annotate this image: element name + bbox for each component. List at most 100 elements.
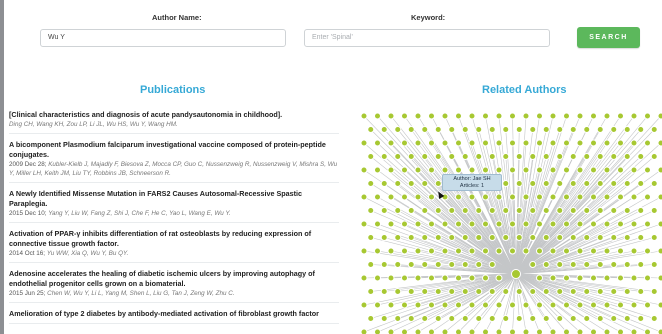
author-node[interactable] <box>475 261 483 268</box>
author-node[interactable] <box>623 234 631 241</box>
central-author-node[interactable] <box>511 269 521 279</box>
publication-title[interactable]: Adenosine accelerates the healing of dia… <box>9 269 339 289</box>
author-node[interactable] <box>569 126 577 133</box>
author-node[interactable] <box>468 247 476 255</box>
author-node[interactable] <box>461 207 469 214</box>
author-node[interactable] <box>637 126 645 133</box>
author-node[interactable] <box>603 220 611 228</box>
author-node[interactable] <box>468 166 476 174</box>
author-node[interactable] <box>401 328 408 334</box>
author-node[interactable] <box>590 139 597 147</box>
author-node[interactable] <box>590 274 597 282</box>
author-node[interactable] <box>590 301 597 309</box>
author-node[interactable] <box>360 193 368 201</box>
author-node[interactable] <box>455 328 462 334</box>
author-node[interactable] <box>542 207 550 214</box>
author-node[interactable] <box>596 207 604 214</box>
author-node[interactable] <box>401 301 408 309</box>
author-node[interactable] <box>434 126 442 133</box>
author-node[interactable] <box>488 261 496 268</box>
author-node[interactable] <box>374 274 381 282</box>
author-node[interactable] <box>576 301 584 309</box>
author-node[interactable] <box>387 112 395 120</box>
author-node[interactable] <box>367 315 375 322</box>
author-node[interactable] <box>488 207 496 214</box>
author-node[interactable] <box>515 180 523 187</box>
author-node[interactable] <box>603 166 611 174</box>
author-node[interactable] <box>428 247 435 255</box>
author-node[interactable] <box>529 288 537 295</box>
author-node[interactable] <box>374 112 381 120</box>
author-node[interactable] <box>509 139 516 147</box>
author-node[interactable] <box>590 112 597 120</box>
author-name-input[interactable]: Wu Y <box>40 29 286 47</box>
author-node[interactable] <box>407 153 415 160</box>
author-node[interactable] <box>380 261 388 268</box>
author-node[interactable] <box>387 139 395 147</box>
author-node[interactable] <box>630 193 638 201</box>
author-node[interactable] <box>488 126 496 133</box>
author-node[interactable] <box>367 261 375 268</box>
author-node[interactable] <box>414 328 422 334</box>
author-node[interactable] <box>441 220 449 228</box>
publication-item[interactable]: A bicomponent Plasmodium falciparum inve… <box>9 138 339 183</box>
author-node[interactable] <box>576 220 584 228</box>
author-node[interactable] <box>428 274 435 282</box>
author-node[interactable] <box>610 207 618 214</box>
author-node[interactable] <box>657 274 662 282</box>
author-node[interactable] <box>441 139 449 147</box>
author-node[interactable] <box>563 112 570 120</box>
author-node[interactable] <box>387 301 395 309</box>
author-node[interactable] <box>542 288 550 295</box>
author-node[interactable] <box>495 112 503 120</box>
author-node[interactable] <box>421 315 429 322</box>
author-node[interactable] <box>569 261 577 268</box>
author-node[interactable] <box>596 234 604 241</box>
author-node[interactable] <box>603 193 611 201</box>
author-node[interactable] <box>374 301 381 309</box>
author-node[interactable] <box>596 126 604 133</box>
author-node[interactable] <box>617 139 624 147</box>
author-node[interactable] <box>542 315 550 322</box>
author-node[interactable] <box>515 126 523 133</box>
author-node[interactable] <box>522 301 530 309</box>
author-node[interactable] <box>509 166 516 174</box>
author-node[interactable] <box>623 207 631 214</box>
author-node[interactable] <box>590 328 597 334</box>
publication-title[interactable]: [Clinical characteristics and diagnosis … <box>9 110 339 120</box>
author-node[interactable] <box>380 126 388 133</box>
author-node[interactable] <box>569 153 577 160</box>
author-node[interactable] <box>529 180 537 187</box>
author-node[interactable] <box>414 166 422 174</box>
author-node[interactable] <box>536 112 543 120</box>
author-node[interactable] <box>576 112 584 120</box>
author-node[interactable] <box>509 112 516 120</box>
author-node[interactable] <box>569 207 577 214</box>
author-node[interactable] <box>482 166 489 174</box>
author-node[interactable] <box>387 193 395 201</box>
author-node[interactable] <box>434 207 442 214</box>
author-node[interactable] <box>657 328 662 334</box>
author-node[interactable] <box>441 274 449 282</box>
author-node[interactable] <box>630 166 638 174</box>
author-node[interactable] <box>596 153 604 160</box>
author-node[interactable] <box>502 288 510 295</box>
author-node[interactable] <box>610 234 618 241</box>
author-node[interactable] <box>434 234 442 241</box>
author-node[interactable] <box>637 315 645 322</box>
author-node[interactable] <box>644 112 651 120</box>
author-node[interactable] <box>441 112 449 120</box>
author-node[interactable] <box>495 247 503 255</box>
author-node[interactable] <box>610 180 618 187</box>
author-node[interactable] <box>448 234 456 241</box>
publication-item[interactable]: Activation of PPAR-γ inhibits differenti… <box>9 227 339 263</box>
author-node[interactable] <box>367 153 375 160</box>
author-node[interactable] <box>434 180 442 187</box>
author-node[interactable] <box>542 153 550 160</box>
author-node[interactable] <box>401 193 408 201</box>
author-node[interactable] <box>401 139 408 147</box>
author-node[interactable] <box>563 220 570 228</box>
author-node[interactable] <box>522 112 530 120</box>
publication-item[interactable]: [Clinical characteristics and diagnosis … <box>9 108 339 134</box>
author-node[interactable] <box>542 180 550 187</box>
